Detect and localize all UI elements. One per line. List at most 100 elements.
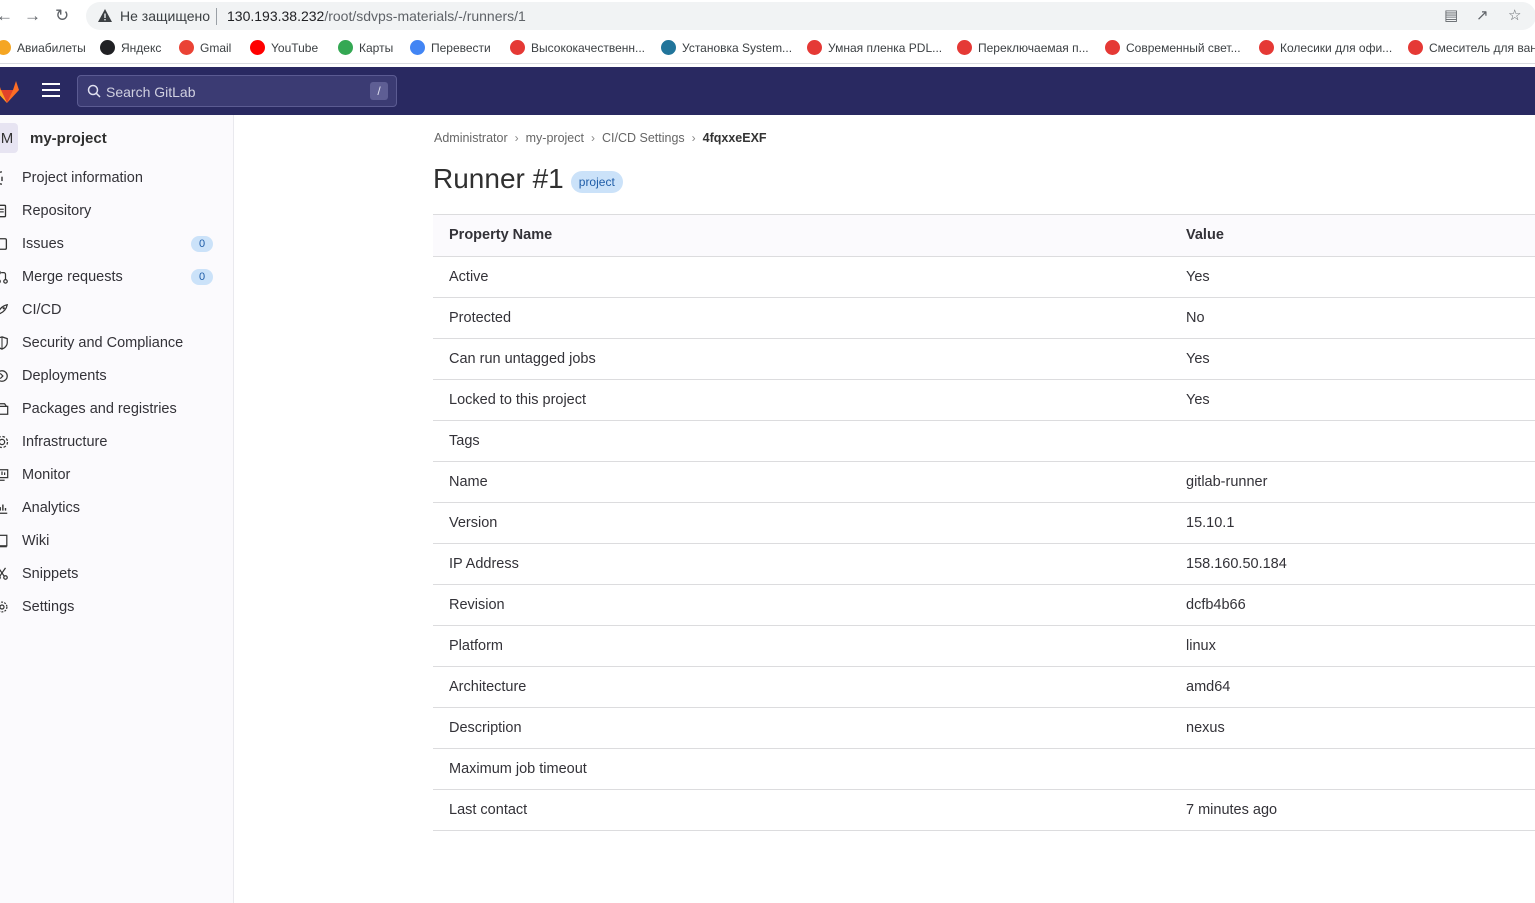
gitlab-logo-icon[interactable] — [0, 80, 20, 104]
browser-toolbar: ← → ↻ Не защищено 130.193.38.232/root/sd… — [0, 0, 1535, 33]
chart-icon — [0, 500, 10, 516]
property-value-cell: 15.10.1 — [1186, 515, 1235, 531]
bookmark-item[interactable]: Перевести — [410, 40, 491, 55]
bookmark-label: Карты — [359, 40, 394, 55]
table-row: Version 15.10.1 — [433, 503, 1535, 544]
sidebar-item-project-information[interactable]: Project information — [0, 161, 234, 194]
column-header-value: Value — [1186, 227, 1224, 243]
sidebar-item-snippets[interactable]: Snippets — [0, 557, 234, 590]
bookmarks-bar: Авиабилеты Яндекс Gmail YouTube Карты Перевес… — [0, 33, 1535, 64]
breadcrumb-item[interactable]: CI/CD Settings — [602, 131, 685, 145]
issues-icon — [0, 236, 10, 252]
forward-icon[interactable]: → — [24, 6, 41, 26]
property-value-cell: 7 minutes ago — [1186, 802, 1278, 818]
bookmark-favicon-icon — [100, 40, 115, 55]
search-icon — [87, 84, 101, 98]
menu-icon[interactable] — [42, 83, 60, 97]
sidebar-item-settings[interactable]: Settings — [0, 590, 234, 623]
bookmark-label: Яндекс — [121, 40, 162, 55]
project-header[interactable]: M my-project — [0, 123, 107, 153]
bookmark-label: YouTube — [271, 40, 319, 55]
reload-icon[interactable]: ↻ — [55, 6, 69, 26]
sidebar-item-deployments[interactable]: Deployments — [0, 359, 234, 392]
bookmark-favicon-icon — [661, 40, 676, 55]
bookmark-item[interactable]: Переключаемая п... — [957, 40, 1089, 55]
bookmark-item[interactable]: Смеситель для ван — [1408, 40, 1535, 55]
sidebar-item-label: Deployments — [22, 367, 107, 384]
bookmark-label: Современный свет... — [1126, 40, 1241, 55]
table-row: Tags — [433, 421, 1535, 462]
bookmark-favicon-icon — [957, 40, 972, 55]
search-placeholder: Search GitLab — [106, 84, 196, 100]
bookmark-label: Gmail — [200, 40, 232, 55]
breadcrumb-item[interactable]: my-project — [526, 131, 584, 145]
project-name: my-project — [30, 129, 107, 147]
sidebar-item-label: Monitor — [22, 466, 71, 483]
security-label: Не защищено — [120, 8, 210, 24]
bookmark-favicon-icon — [410, 40, 425, 55]
address-bar[interactable]: Не защищено 130.193.38.232/root/sdvps-ma… — [86, 2, 1535, 30]
bookmark-label: Переключаемая п... — [978, 40, 1089, 55]
chevron-right-icon: › — [514, 131, 519, 145]
sidebar-item-label: Project information — [22, 169, 143, 186]
sidebar-item-analytics[interactable]: Analytics — [0, 491, 234, 524]
bookmark-item[interactable]: Современный свет... — [1105, 40, 1241, 55]
url-text[interactable]: 130.193.38.232/root/sdvps-materials/-/ru… — [227, 8, 526, 24]
bookmark-item[interactable]: Высококачественн... — [510, 40, 645, 55]
sidebar-item-wiki[interactable]: Wiki — [0, 524, 234, 557]
sidebar-item-label: Repository — [22, 202, 92, 219]
bookmark-label: Смеситель для ван — [1429, 40, 1535, 55]
doc-icon — [0, 203, 10, 219]
bookmark-favicon-icon — [1105, 40, 1120, 55]
bookmark-item[interactable]: Умная пленка PDL... — [807, 40, 942, 55]
table-row: Active Yes — [433, 257, 1535, 298]
bookmark-item[interactable]: Яндекс — [100, 40, 161, 55]
bookmark-item[interactable]: Установка System... — [661, 40, 792, 55]
table-row: Maximum job timeout — [433, 749, 1535, 790]
property-name-cell: Locked to this project — [449, 392, 587, 408]
sidebar-item-infrastructure[interactable]: Infrastructure — [0, 425, 234, 458]
bookmark-favicon-icon — [179, 40, 194, 55]
sidebar-item-security-and-compliance[interactable]: Security and Compliance — [0, 326, 234, 359]
gear-icon — [0, 599, 10, 615]
package-icon — [0, 401, 10, 417]
runner-properties-table: Property Name Value Active Yes Protected No… — [433, 214, 1535, 831]
sidebar-item-merge-requests[interactable]: Merge requests 0 — [0, 260, 234, 293]
share-icon[interactable]: ↗ — [1476, 6, 1489, 24]
search-input[interactable]: Search GitLab / — [77, 75, 397, 107]
sidebar-item-packages-and-registries[interactable]: Packages and registries — [0, 392, 234, 425]
property-value-cell: gitlab-runner — [1186, 474, 1268, 490]
translate-icon[interactable]: ▤ — [1444, 6, 1458, 24]
sidebar-item-ci-cd[interactable]: CI/CD — [0, 293, 234, 326]
bookmark-star-icon[interactable]: ☆ — [1508, 6, 1521, 24]
sidebar-item-issues[interactable]: Issues 0 — [0, 227, 234, 260]
bookmark-item[interactable]: Gmail — [179, 40, 231, 55]
bookmark-item[interactable]: Карты — [338, 40, 393, 55]
back-icon[interactable]: ← — [0, 6, 13, 26]
breadcrumb-item[interactable]: Administrator — [434, 131, 508, 145]
table-row: Last contact 7 minutes ago — [433, 790, 1535, 831]
bookmark-item[interactable]: YouTube — [250, 40, 318, 55]
breadcrumb-current[interactable]: 4fqxxeEXF — [703, 131, 767, 145]
url-host: 130.193.38.232 — [227, 8, 325, 24]
sidebar-item-label: Packages and registries — [22, 400, 177, 417]
sidebar-item-label: Security and Compliance — [22, 334, 184, 351]
column-header-property: Property Name — [449, 227, 553, 243]
gitlab-header: Search GitLab / — [0, 67, 1535, 115]
property-name-cell: Can run untagged jobs — [449, 351, 596, 367]
bookmark-item[interactable]: Авиабилеты — [0, 40, 86, 55]
url-path: /root/sdvps-materials/-/runners/1 — [324, 8, 526, 24]
property-value-cell: 158.160.50.184 — [1186, 556, 1287, 572]
sidebar-item-label: Settings — [22, 598, 75, 615]
bookmark-item[interactable]: Колесики для офи... — [1259, 40, 1392, 55]
property-name-cell: Revision — [449, 597, 505, 613]
property-name-cell: IP Address — [449, 556, 519, 572]
bookmark-favicon-icon — [1259, 40, 1274, 55]
search-shortcut: / — [370, 82, 388, 100]
count-badge: 0 — [191, 268, 213, 285]
sidebar-item-monitor[interactable]: Monitor — [0, 458, 234, 491]
bookmark-label: Колесики для офи... — [1280, 40, 1393, 55]
sidebar-item-repository[interactable]: Repository — [0, 194, 234, 227]
count-badge: 0 — [191, 235, 213, 252]
property-value-cell: amd64 — [1186, 679, 1231, 695]
